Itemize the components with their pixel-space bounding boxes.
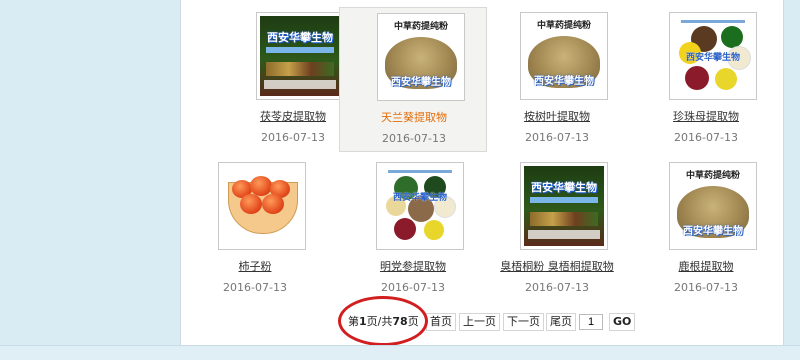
product-item-selected[interactable]: 中草药提纯粉 西安华攀生物 天兰葵提取物 2016-07-13 — [339, 7, 487, 152]
first-page-button[interactable]: 首页 — [426, 313, 456, 331]
page-footer-strip — [0, 345, 800, 360]
product-thumbnail[interactable] — [218, 162, 306, 250]
product-image — [222, 166, 302, 246]
product-item[interactable]: 中草药提纯粉 西安华攀生物 桉树叶提取物 2016-07-13 — [483, 0, 631, 145]
product-date: 2016-07-13 — [525, 281, 589, 294]
product-name-link[interactable]: 天兰葵提取物 — [340, 109, 488, 125]
product-thumbnail[interactable]: 中草药提纯粉 西安华攀生物 — [669, 162, 757, 250]
annotation-circle — [338, 296, 428, 346]
product-date: 2016-07-13 — [382, 132, 446, 145]
product-thumbnail[interactable]: 中草药提纯粉 西安华攀生物 — [520, 12, 608, 100]
product-date: 2016-07-13 — [381, 281, 445, 294]
product-item[interactable]: 西安华攀生物 珍珠母提取物 2016-07-13 — [632, 0, 780, 145]
product-image: 中草药提纯粉 西安华攀生物 — [381, 17, 461, 97]
product-item[interactable]: 中草药提纯粉 西安华攀生物 鹿根提取物 2016-07-13 — [632, 150, 780, 295]
last-page-button[interactable]: 尾页 — [546, 313, 576, 331]
page-number-input[interactable] — [579, 314, 603, 330]
prev-page-button[interactable]: 上一页 — [459, 313, 500, 331]
product-name-link[interactable]: 鹿根提取物 — [632, 258, 780, 274]
product-thumbnail[interactable]: 西安华攀生物 — [669, 12, 757, 100]
product-name-link[interactable]: 珍珠母提取物 — [632, 108, 780, 124]
product-date: 2016-07-13 — [223, 281, 287, 294]
product-date: 2016-07-13 — [674, 131, 738, 144]
product-item[interactable]: 西安华攀生物 明党参提取物 2016-07-13 — [339, 150, 487, 295]
product-thumbnail[interactable]: 西安华攀生物 — [520, 162, 608, 250]
product-grid-panel: 西安华攀生物 茯苓皮提取物 2016-07-13 中草药提纯粉 西安华攀生物 天… — [180, 0, 784, 345]
product-thumbnail[interactable]: 西安华攀生物 — [376, 162, 464, 250]
product-image: 西安华攀生物 — [524, 166, 604, 246]
product-item[interactable]: 柿子粉 2016-07-13 — [181, 150, 329, 295]
product-image: 中草药提纯粉 西安华攀生物 — [673, 166, 753, 246]
product-thumbnail[interactable]: 西安华攀生物 — [256, 12, 344, 100]
product-image: 西安华攀生物 — [380, 166, 460, 246]
product-image: 西安华攀生物 — [673, 16, 753, 96]
product-image: 中草药提纯粉 西安华攀生物 — [524, 16, 604, 96]
next-page-button[interactable]: 下一页 — [503, 313, 544, 331]
product-name-link[interactable]: 柿子粉 — [181, 258, 329, 274]
product-date: 2016-07-13 — [674, 281, 738, 294]
product-image: 西安华攀生物 — [260, 16, 340, 96]
go-button[interactable]: GO — [609, 313, 636, 331]
product-thumbnail[interactable]: 中草药提纯粉 西安华攀生物 — [377, 13, 465, 101]
product-item[interactable]: 西安华攀生物 臭梧桐粉 臭梧桐提取物 2016-07-13 — [483, 150, 631, 295]
product-date: 2016-07-13 — [525, 131, 589, 144]
product-name-link[interactable]: 臭梧桐粉 臭梧桐提取物 — [483, 258, 631, 274]
product-name-link[interactable]: 桉树叶提取物 — [483, 108, 631, 124]
product-name-link[interactable]: 明党参提取物 — [339, 258, 487, 274]
